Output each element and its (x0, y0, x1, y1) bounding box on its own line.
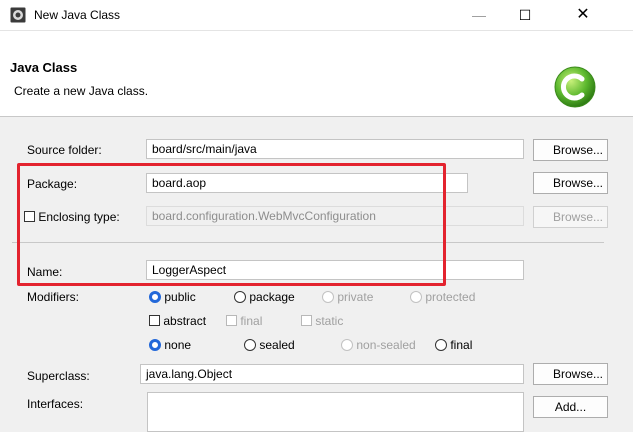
superclass-field[interactable]: java.lang.Object (140, 364, 524, 384)
modifier-static-option: static (301, 314, 343, 328)
wizard-description: Create a new Java class. (14, 84, 149, 98)
modifier-abstract-label: abstract (163, 314, 207, 328)
superclass-label: Superclass: (27, 369, 90, 383)
interfaces-add-button[interactable]: Add... (533, 396, 608, 418)
inheritance-sealed-option[interactable]: sealed (244, 338, 295, 352)
source-folder-label: Source folder: (27, 143, 102, 157)
eclipse-window-icon (10, 7, 26, 23)
source-folder-field[interactable]: board/src/main/java (146, 139, 524, 159)
wizard-title: Java Class (10, 60, 78, 75)
inheritance-non-sealed-radio (341, 339, 353, 351)
package-browse-button[interactable]: Browse... (533, 172, 608, 194)
inheritance-none-radio[interactable] (149, 339, 161, 351)
modifier-package-option[interactable]: package (234, 290, 295, 304)
enclosing-type-browse-button: Browse... (533, 206, 608, 228)
inheritance-final-label: final (450, 338, 473, 352)
interfaces-list[interactable] (147, 392, 524, 432)
modifier-public-radio[interactable] (149, 291, 161, 303)
maximize-button[interactable]: ☐ (502, 0, 548, 30)
modifier-protected-radio (410, 291, 422, 303)
close-button[interactable]: ✕ (560, 0, 606, 30)
minimize-button[interactable]: — (456, 0, 502, 30)
modifier-public-option[interactable]: public (149, 290, 196, 304)
modifier-private-radio (322, 291, 334, 303)
modifier-static-checkbox (301, 315, 312, 326)
modifier-final-option: final (226, 314, 262, 328)
modifier-static-label: static (315, 314, 344, 328)
modifier-private-label: private (337, 290, 374, 304)
inheritance-none-label: none (164, 338, 192, 352)
inheritance-sealed-label: sealed (259, 338, 295, 352)
modifier-protected-option: protected (410, 290, 475, 304)
window-title: New Java Class (34, 8, 121, 22)
inheritance-sealed-radio[interactable] (244, 339, 256, 351)
inheritance-final-option[interactable]: final (435, 338, 472, 352)
inheritance-non-sealed-option: non-sealed (341, 338, 416, 352)
modifier-abstract-option[interactable]: abstract (149, 314, 206, 328)
wizard-header (0, 31, 633, 117)
modifier-public-label: public (164, 290, 196, 304)
highlight-annotation-box (17, 163, 446, 286)
inheritance-non-sealed-label: non-sealed (356, 338, 416, 352)
modifier-final-label: final (240, 314, 263, 328)
modifier-package-label: package (249, 290, 295, 304)
modifier-abstract-checkbox[interactable] (149, 315, 160, 326)
modifier-protected-label: protected (425, 290, 476, 304)
modifier-package-radio[interactable] (234, 291, 246, 303)
modifiers-label: Modifiers: (27, 290, 80, 304)
inheritance-final-radio[interactable] (435, 339, 447, 351)
interfaces-label: Interfaces: (27, 397, 84, 411)
java-class-wizard-icon (554, 66, 596, 108)
modifier-private-option: private (322, 290, 373, 304)
modifier-final-checkbox (226, 315, 237, 326)
inheritance-none-option[interactable]: none (149, 338, 191, 352)
superclass-browse-button[interactable]: Browse... (533, 363, 608, 385)
source-folder-browse-button[interactable]: Browse... (533, 139, 608, 161)
